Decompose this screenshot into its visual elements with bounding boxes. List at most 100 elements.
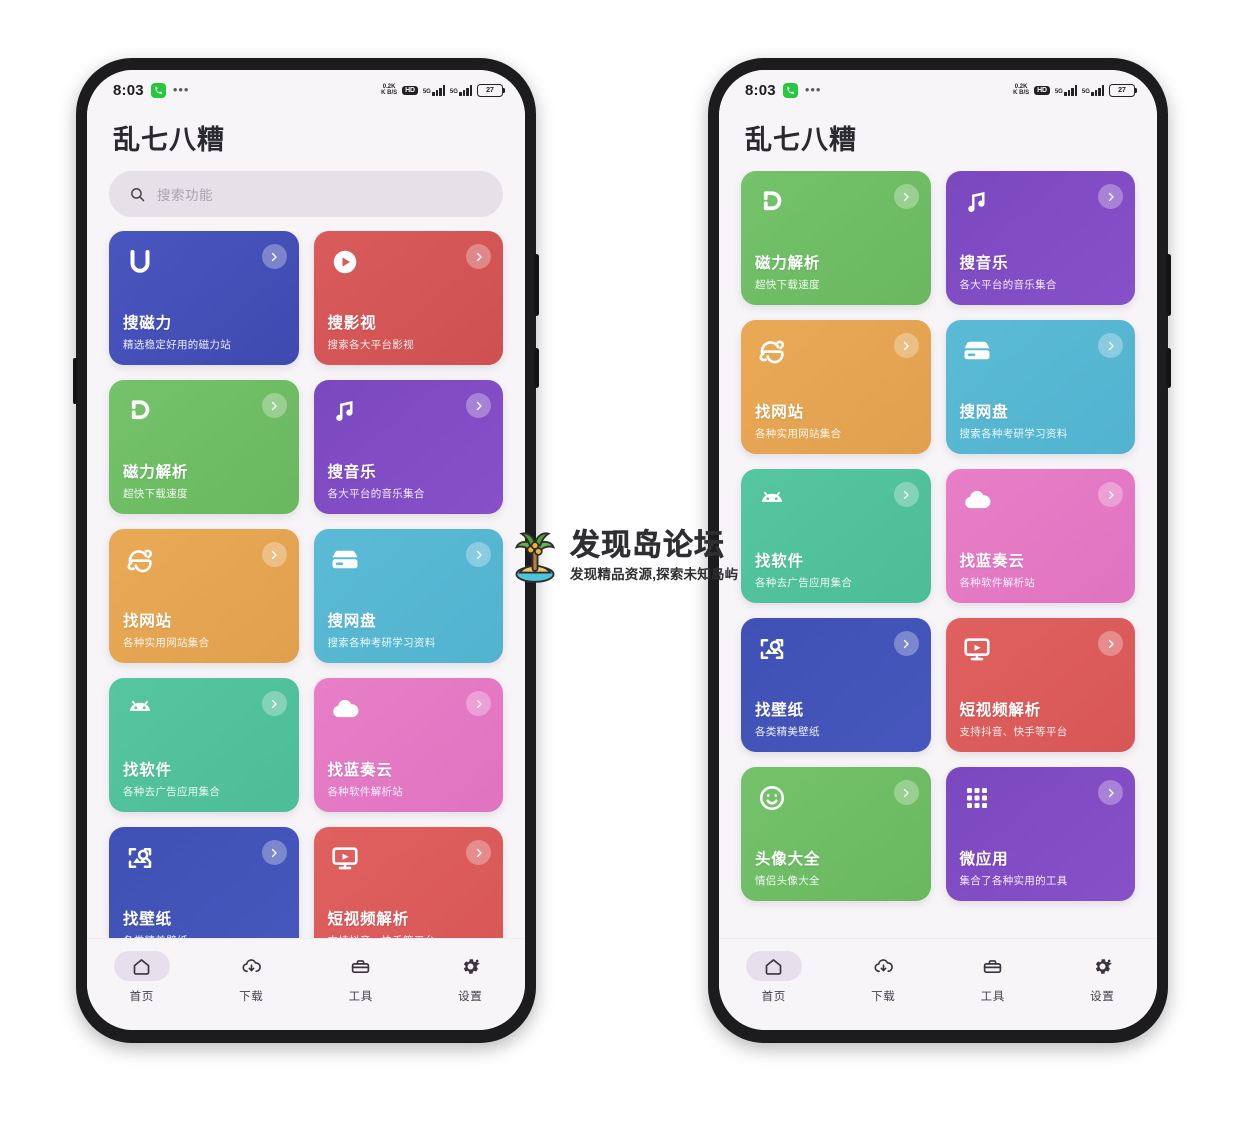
signal-1-icon: 5G [1055,84,1077,96]
tab-gear[interactable]: 设置 [1048,951,1158,1004]
power-button[interactable] [1166,254,1171,316]
chevron-right-icon[interactable] [1098,184,1123,209]
card-text: 短视频解析支持抖音、快手等平台 [328,907,490,938]
tab-label: 设置 [458,991,483,1003]
card-subtitle: 各种实用网站集合 [123,637,210,649]
card-subtitle: 各种实用网站集合 [755,428,842,440]
card-title: 短视频解析 [327,911,410,928]
status-bar-right: 0.2K K B/S HD 5G 5G 27 [381,83,506,97]
card-subtitle: 集合了各种实用的工具 [959,875,1068,887]
tab-download-cloud[interactable]: 下载 [197,951,307,1004]
card-title: 找软件 [755,553,804,570]
cards-grid: 搜磁力 精选稳定好用的磁力站 搜影视 搜索各大平台影视 磁力解析 超快下载速度 搜音乐 各大平… [109,231,503,938]
chevron-right-icon[interactable] [466,244,491,269]
app-card-zhaobizhi[interactable]: 找壁纸各类精美壁纸 [741,618,931,752]
card-text: 搜影视 搜索各大平台影视 [328,311,490,352]
status-bar-left: 8:03 ••• [113,82,189,99]
magnet-icon [123,394,157,428]
toolbox-icon [965,951,1021,981]
app-card-touxiang[interactable]: 头像大全 情侣头像大全 [741,767,931,901]
app-card-souyinyue[interactable]: 搜音乐 各大平台的音乐集合 [945,171,1135,305]
chevron-right-icon[interactable] [893,482,919,507]
cloud-icon [328,692,362,726]
card-title: 找网站 [755,404,804,421]
chevron-right-icon[interactable] [466,542,491,567]
network-speed-icon: 0.2K K B/S [1013,83,1030,97]
tab-home[interactable]: 首页 [87,951,197,1004]
app-card-cilijiexi[interactable]: 磁力解析超快下载速度 [741,171,931,305]
app-card-souwangpan[interactable]: 搜网盘 搜索各种考研学习资料 [313,529,503,663]
chevron-right-icon[interactable] [261,691,287,716]
card-title: 搜音乐 [959,255,1009,272]
chevron-right-icon[interactable] [1098,482,1123,507]
chevron-right-icon[interactable] [893,333,919,358]
chevron-right-icon[interactable] [1098,333,1123,358]
card-title: 搜网盘 [959,404,1009,421]
card-text: 搜音乐 各大平台的音乐集合 [328,460,490,501]
chevron-right-icon[interactable] [466,691,491,716]
chevron-right-icon[interactable] [261,542,287,567]
card-text: 找软件各种去广告应用集合 [755,549,917,590]
tab-home[interactable]: 首页 [719,951,829,1004]
chevron-right-icon[interactable] [893,631,919,656]
search-input[interactable]: 搜索功能 [109,171,503,217]
card-text: 头像大全 情侣头像大全 [755,847,917,888]
power-button[interactable] [534,254,539,316]
chevron-right-icon[interactable] [261,393,287,418]
battery-icon: 27 [1109,83,1138,97]
toolbox-icon [333,951,389,981]
gear-icon [442,951,498,981]
app-card-soucili[interactable]: 搜磁力 精选稳定好用的磁力站 [109,231,299,365]
signal-1-icon: 5G [423,84,445,96]
card-text: 找蓝奏云 各种软件解析站 [960,549,1122,590]
app-card-cilijiexi[interactable]: 磁力解析 超快下载速度 [109,380,299,514]
left-side-button[interactable] [73,358,77,404]
app-card-souyingshi[interactable]: 搜影视 搜索各大平台影视 [313,231,503,365]
app-card-zhaowangzhan[interactable]: 找网站 各种实用网站集合 [109,529,299,663]
app-card-duanshipin[interactable]: 短视频解析支持抖音、快手等平台 [945,618,1135,752]
card-subtitle: 各种软件解析站 [327,786,404,798]
search-bar-container: 搜索功能 [87,171,525,231]
page-title: 乱七八糟 [719,110,1157,171]
app-card-weiyingyong[interactable]: 微应用 集合了各种实用的工具 [945,767,1135,901]
cards-scroll-area-left[interactable]: 搜磁力 精选稳定好用的磁力站 搜影视 搜索各大平台影视 磁力解析 超快下载速度 搜音乐 各大平… [87,231,525,938]
app-card-souwangpan[interactable]: 搜网盘 搜索各种考研学习资料 [945,320,1135,454]
app-card-zhaowangzhan[interactable]: 找网站各种实用网站集合 [741,320,931,454]
app-card-duanshipin[interactable]: 短视频解析支持抖音、快手等平台 [313,827,503,938]
card-text: 微应用 集合了各种实用的工具 [960,847,1122,888]
tab-download-cloud[interactable]: 下载 [829,951,939,1004]
volume-button[interactable] [1166,348,1171,388]
app-card-zhaoruanjian[interactable]: 找软件 各种去广告应用集合 [109,678,299,812]
app-card-zhaobizhi[interactable]: 找壁纸各类精美壁纸 [109,827,299,938]
android-icon [123,692,157,726]
volume-button[interactable] [534,348,539,388]
card-title: 磁力解析 [755,255,821,272]
chevron-right-icon[interactable] [893,780,919,805]
card-title: 头像大全 [755,851,821,868]
card-title: 搜磁力 [123,315,172,332]
tab-gear[interactable]: 设置 [416,951,526,1004]
card-subtitle: 超快下载速度 [755,279,820,291]
chevron-right-icon[interactable] [261,840,287,865]
chevron-right-icon[interactable] [261,244,287,269]
card-subtitle: 支持抖音、快手等平台 [959,726,1068,738]
app-card-souyinyue[interactable]: 搜音乐 各大平台的音乐集合 [313,380,503,514]
chevron-right-icon[interactable] [466,840,491,865]
app-card-zhaoruanjian[interactable]: 找软件各种去广告应用集合 [741,469,931,603]
chevron-right-icon[interactable] [893,184,919,209]
tab-label: 工具 [980,991,1005,1003]
cards-scroll-area-right[interactable]: 磁力解析 超快下载速度 搜音乐 各大平台的音乐集合 找网站 各种实用网站集合 搜网盘 搜索各种… [719,171,1157,938]
image-search-icon [755,632,789,666]
tab-label: 设置 [1090,991,1115,1003]
chevron-right-icon[interactable] [1098,780,1123,805]
tab-toolbox[interactable]: 工具 [938,951,1048,1004]
chevron-right-icon[interactable] [466,393,491,418]
chevron-right-icon[interactable] [1098,631,1123,656]
app-card-zhaolanzouyun[interactable]: 找蓝奏云 各种软件解析站 [945,469,1135,603]
phone-screen-right: 8:03 ••• 0.2K K B/S HD 5G 5G 27 乱七八糟 磁力解… [719,70,1157,1030]
tab-toolbox[interactable]: 工具 [306,951,416,1004]
status-bar-right: 0.2K K B/S HD 5G 5G 27 [1013,83,1138,97]
grid-apps-icon [960,781,994,815]
card-subtitle: 各种去广告应用集合 [755,577,853,589]
app-card-zhaolanzouyun[interactable]: 找蓝奏云 各种软件解析站 [313,678,503,812]
